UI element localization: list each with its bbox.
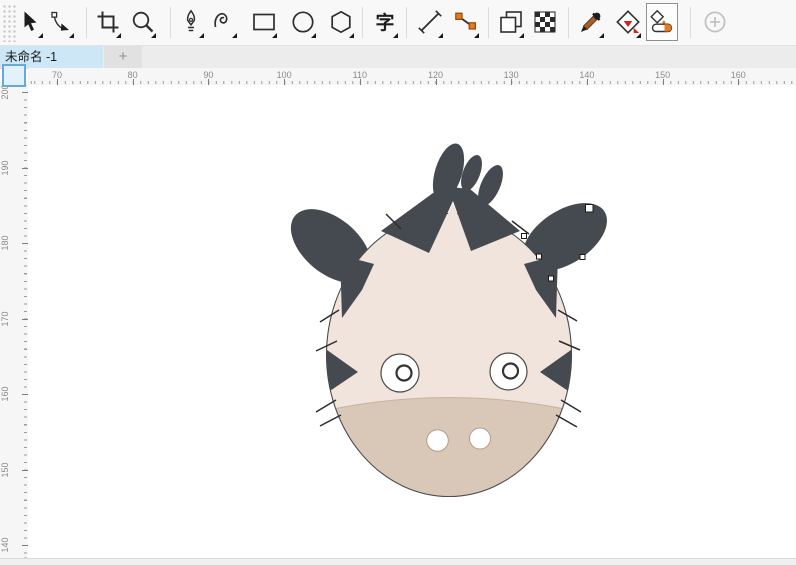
flyout-indicator[interactable] <box>199 33 204 38</box>
right-nostril[interactable] <box>470 428 491 449</box>
flyout-indicator[interactable] <box>38 33 43 38</box>
pattern-tool-button[interactable] <box>529 3 561 41</box>
flyout-indicator[interactable] <box>349 33 354 38</box>
ruler-label: 190 <box>0 155 10 181</box>
right-pupil[interactable] <box>503 364 518 379</box>
tick-stroke[interactable] <box>316 400 336 412</box>
vertical-ruler[interactable]: 200 190 180 170 160 150 140 <box>0 85 29 558</box>
contour-tool-button[interactable] <box>495 3 527 41</box>
document-tab-bar: 未命名 -1 + <box>0 46 796 69</box>
pen-icon <box>178 9 204 35</box>
toolbox-toolbar: 字 <box>0 0 796 46</box>
eyedropper-tool-button[interactable] <box>575 3 607 41</box>
text-tool-button[interactable]: 字 <box>369 3 401 41</box>
pen-tool-button[interactable] <box>175 3 207 41</box>
flyout-indicator[interactable] <box>69 33 74 38</box>
flyout-indicator[interactable] <box>636 33 641 38</box>
bspline-tool-button[interactable] <box>208 3 240 41</box>
smart-fill-tool-button[interactable] <box>646 3 678 41</box>
fill-icon <box>615 9 641 35</box>
flyout-indicator[interactable] <box>438 33 443 38</box>
drawing-canvas[interactable] <box>28 85 796 558</box>
toolbar-separator <box>568 7 569 38</box>
document-tab-label: 未命名 -1 <box>5 50 57 64</box>
cow-head-artwork[interactable] <box>28 85 796 558</box>
fill-tool-button[interactable] <box>612 3 644 41</box>
pattern-icon <box>532 9 558 35</box>
ellipse-tool-button[interactable] <box>287 3 319 41</box>
rectangle-tool-button[interactable] <box>248 3 280 41</box>
flyout-indicator[interactable] <box>151 33 156 38</box>
crop-icon <box>95 9 121 35</box>
tick-stroke[interactable] <box>320 415 341 426</box>
new-document-tab-button[interactable]: + <box>104 46 142 68</box>
svg-text:字: 字 <box>375 11 394 34</box>
toolbar-separator <box>406 7 407 38</box>
ellipse-icon <box>290 9 316 35</box>
ruler-label: 150 <box>0 457 10 483</box>
horizontal-ruler-minor-ticks <box>28 81 796 84</box>
toolbar-separator <box>86 7 87 38</box>
polygon-icon <box>328 9 354 35</box>
node-handle[interactable] <box>522 234 527 239</box>
plus-icon: + <box>119 48 128 65</box>
flyout-indicator[interactable] <box>116 33 121 38</box>
vertical-ruler-minor-ticks <box>24 85 27 558</box>
flyout-indicator[interactable] <box>393 33 398 38</box>
horizontal-ruler[interactable]: 708090100110120130140150160 <box>28 68 796 86</box>
node-handle[interactable] <box>537 254 542 259</box>
add-tools-tool-button <box>699 3 731 41</box>
connector-tool-button[interactable] <box>450 3 482 41</box>
bottom-strip <box>0 558 796 565</box>
connector-icon <box>453 9 479 35</box>
pick-tool-button[interactable] <box>14 3 46 41</box>
ruler-label: 160 <box>0 381 10 407</box>
dimension-icon <box>417 9 443 35</box>
crop-tool-button[interactable] <box>92 3 124 41</box>
toolbar-separator <box>488 7 489 38</box>
node-handle[interactable] <box>580 255 585 260</box>
zoom-tool-button[interactable] <box>127 3 159 41</box>
ruler-label: 170 <box>0 306 10 332</box>
flyout-indicator[interactable] <box>232 33 237 38</box>
shape-edit-icon <box>48 9 74 35</box>
toolbar-separator <box>362 7 363 38</box>
flyout-indicator[interactable] <box>474 33 479 38</box>
node-handle[interactable] <box>549 276 554 281</box>
ruler-origin-button[interactable] <box>2 64 26 87</box>
eyedropper-icon <box>578 9 604 35</box>
ruler-label: 180 <box>0 230 10 256</box>
smart-fill-icon <box>649 9 675 35</box>
app-window: { "toolbar": { "text_glyph": "字", "tools… <box>0 0 796 565</box>
rectangle-icon <box>251 9 277 35</box>
toolbar-separator <box>170 7 171 38</box>
ruler-label: 200 <box>0 85 10 105</box>
flyout-indicator[interactable] <box>599 33 604 38</box>
flyout-indicator[interactable] <box>272 33 277 38</box>
dimension-tool-button[interactable] <box>414 3 446 41</box>
text-icon: 字 <box>372 9 398 35</box>
contour-icon <box>498 9 524 35</box>
pick-icon <box>17 9 43 35</box>
shape-edit-tool-button[interactable] <box>45 3 77 41</box>
polygon-tool-button[interactable] <box>325 3 357 41</box>
toolbar-separator <box>690 7 691 38</box>
left-pupil[interactable] <box>397 366 412 381</box>
node-handle-start[interactable] <box>586 205 594 213</box>
add-tools-icon <box>702 9 728 35</box>
muzzle[interactable] <box>310 398 588 506</box>
zoom-icon <box>130 9 156 35</box>
left-nostril[interactable] <box>427 430 449 452</box>
bspline-icon <box>211 9 237 35</box>
flyout-indicator[interactable] <box>519 33 524 38</box>
tick-stroke[interactable] <box>561 400 581 412</box>
ruler-label: 140 <box>0 532 10 558</box>
flyout-indicator[interactable] <box>311 33 316 38</box>
tick-stroke[interactable] <box>556 415 577 427</box>
